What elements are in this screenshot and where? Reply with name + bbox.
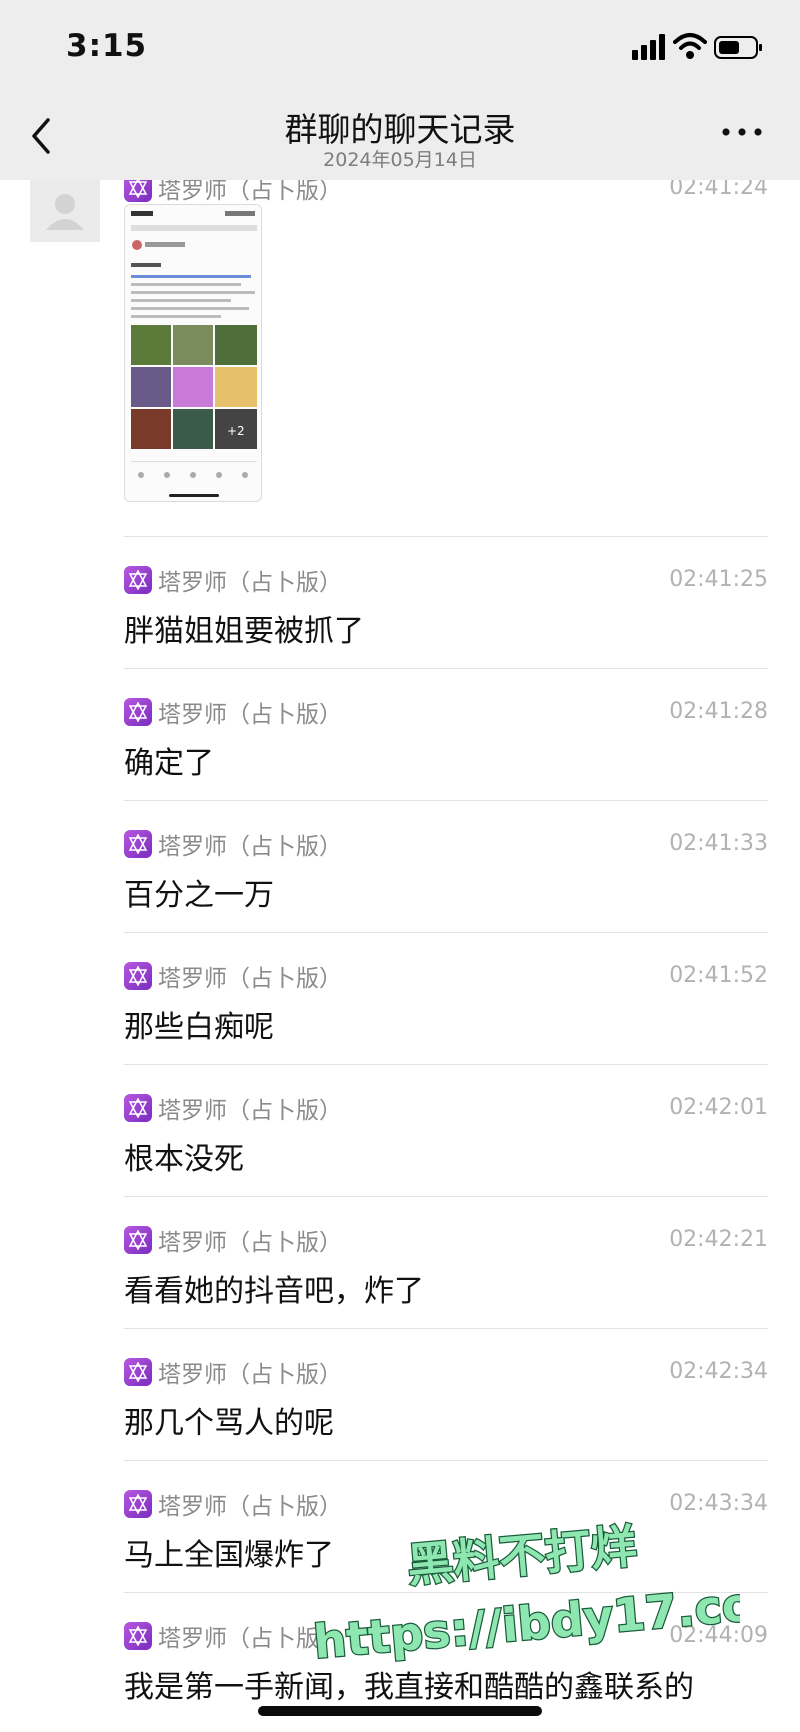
tarot-app-icon bbox=[124, 1490, 152, 1518]
more-options-icon[interactable] bbox=[720, 122, 764, 142]
divider bbox=[124, 1196, 768, 1197]
sender-name: 塔罗师（占卜版） bbox=[158, 702, 342, 728]
message-text[interactable]: 根本没死 bbox=[124, 1134, 244, 1178]
battery-icon bbox=[714, 36, 762, 59]
sender-row: 塔罗师（占卜版） bbox=[124, 1356, 342, 1388]
message-text[interactable]: 我是第一手新闻，我直接和酷酷的鑫联系的 bbox=[124, 1662, 694, 1706]
message-item: 塔罗师（占卜版） 02:41:52 那些白痴呢 bbox=[124, 960, 768, 1060]
message-item: 塔罗师（占卜版） 02:43:34 马上全国爆炸了 bbox=[124, 1488, 768, 1588]
message-time: 02:41:28 bbox=[669, 699, 768, 724]
divider bbox=[124, 800, 768, 801]
divider bbox=[124, 1592, 768, 1593]
home-indicator[interactable] bbox=[258, 1706, 542, 1716]
wifi-icon bbox=[673, 33, 707, 59]
sender-row: 塔罗师（占卜版） bbox=[124, 1488, 342, 1520]
status-time: 3:15 bbox=[66, 28, 148, 64]
message-time: 02:42:21 bbox=[669, 1227, 768, 1252]
sender-row: 塔罗师（占卜版） bbox=[124, 564, 342, 596]
tarot-app-icon bbox=[124, 566, 152, 594]
sender-row: 塔罗师（占卜版） bbox=[124, 696, 342, 728]
sender-row: 塔罗师（占卜版） bbox=[124, 828, 342, 860]
status-bar: 3:15 bbox=[0, 0, 800, 92]
message-item: 塔罗师（占卜版） 02:41:25 胖猫姐姐要被抓了 bbox=[124, 564, 768, 664]
image-thumbnail[interactable]: +2 bbox=[124, 204, 262, 502]
sender-name: 塔罗师（占卜版） bbox=[158, 834, 342, 860]
message-item: 塔罗师（占卜版） 02:42:34 那几个骂人的呢 bbox=[124, 1356, 768, 1456]
sender-name: 塔罗师（占卜版） bbox=[158, 1626, 342, 1652]
default-avatar-icon bbox=[46, 194, 84, 230]
divider bbox=[124, 668, 768, 669]
message-text[interactable]: 那些白痴呢 bbox=[124, 1002, 274, 1046]
divider bbox=[124, 536, 768, 537]
sender-row: 塔罗师（占卜版） bbox=[124, 180, 342, 204]
tarot-app-icon bbox=[124, 1622, 152, 1650]
message-time: 02:41:52 bbox=[669, 963, 768, 988]
sender-name: 塔罗师（占卜版） bbox=[158, 1362, 342, 1388]
message-item: 塔罗师（占卜版） 02:42:01 根本没死 bbox=[124, 1092, 768, 1192]
message-text[interactable]: 马上全国爆炸了 bbox=[124, 1530, 334, 1574]
message-text[interactable]: 看看她的抖音吧，炸了 bbox=[124, 1266, 424, 1310]
message-item: 塔罗师（占卜版） 02:41:24 +2 bbox=[124, 180, 768, 512]
message-time: 02:41:25 bbox=[669, 567, 768, 592]
message-time: 02:41:24 bbox=[669, 180, 768, 200]
tarot-app-icon bbox=[124, 698, 152, 726]
message-text[interactable]: 胖猫姐姐要被抓了 bbox=[124, 606, 364, 650]
chat-history[interactable]: 塔罗师（占卜版） 02:41:24 +2 塔罗师（占卜版） 02:41:25 胖… bbox=[0, 180, 800, 1732]
svg-text:+2: +2 bbox=[227, 424, 245, 438]
nav-bar: 群聊的聊天记录 2024年05月14日 bbox=[0, 92, 800, 180]
sender-name: 塔罗师（占卜版） bbox=[158, 966, 342, 992]
message-time: 02:42:01 bbox=[669, 1095, 768, 1120]
sender-name: 塔罗师（占卜版） bbox=[158, 1230, 342, 1256]
message-time: 02:41:33 bbox=[669, 831, 768, 856]
divider bbox=[124, 1460, 768, 1461]
tarot-app-icon bbox=[124, 1358, 152, 1386]
tarot-app-icon bbox=[124, 180, 152, 202]
message-time: 02:44:09 bbox=[669, 1623, 768, 1648]
message-item: 塔罗师（占卜版） 02:41:28 确定了 bbox=[124, 696, 768, 796]
sender-name: 塔罗师（占卜版） bbox=[158, 570, 342, 596]
sender-row: 塔罗师（占卜版） bbox=[124, 1224, 342, 1256]
sender-row: 塔罗师（占卜版） bbox=[124, 960, 342, 992]
tarot-app-icon bbox=[124, 830, 152, 858]
tarot-app-icon bbox=[124, 962, 152, 990]
sender-row: 塔罗师（占卜版） bbox=[124, 1620, 342, 1652]
message-time: 02:42:34 bbox=[669, 1359, 768, 1384]
message-text[interactable]: 百分之一万 bbox=[124, 870, 274, 914]
message-item: 塔罗师（占卜版） 02:44:09 我是第一手新闻，我直接和酷酷的鑫联系的 bbox=[124, 1620, 768, 1720]
page-date: 2024年05月14日 bbox=[323, 149, 477, 171]
divider bbox=[124, 1064, 768, 1065]
divider bbox=[124, 1328, 768, 1329]
cellular-signal-icon bbox=[632, 34, 665, 60]
sender-name: 塔罗师（占卜版） bbox=[158, 1494, 342, 1520]
sender-name: 塔罗师（占卜版） bbox=[158, 180, 342, 204]
avatar[interactable] bbox=[30, 180, 100, 242]
tarot-app-icon bbox=[124, 1094, 152, 1122]
sender-name: 塔罗师（占卜版） bbox=[158, 1098, 342, 1124]
page-title: 群聊的聊天记录 bbox=[284, 110, 516, 149]
divider bbox=[124, 932, 768, 933]
message-time: 02:43:34 bbox=[669, 1491, 768, 1516]
message-text[interactable]: 那几个骂人的呢 bbox=[124, 1398, 334, 1442]
sender-row: 塔罗师（占卜版） bbox=[124, 1092, 342, 1124]
tarot-app-icon bbox=[124, 1226, 152, 1254]
message-item: 塔罗师（占卜版） 02:42:21 看看她的抖音吧，炸了 bbox=[124, 1224, 768, 1324]
message-item: 塔罗师（占卜版） 02:41:33 百分之一万 bbox=[124, 828, 768, 928]
message-text[interactable]: 确定了 bbox=[124, 738, 214, 782]
